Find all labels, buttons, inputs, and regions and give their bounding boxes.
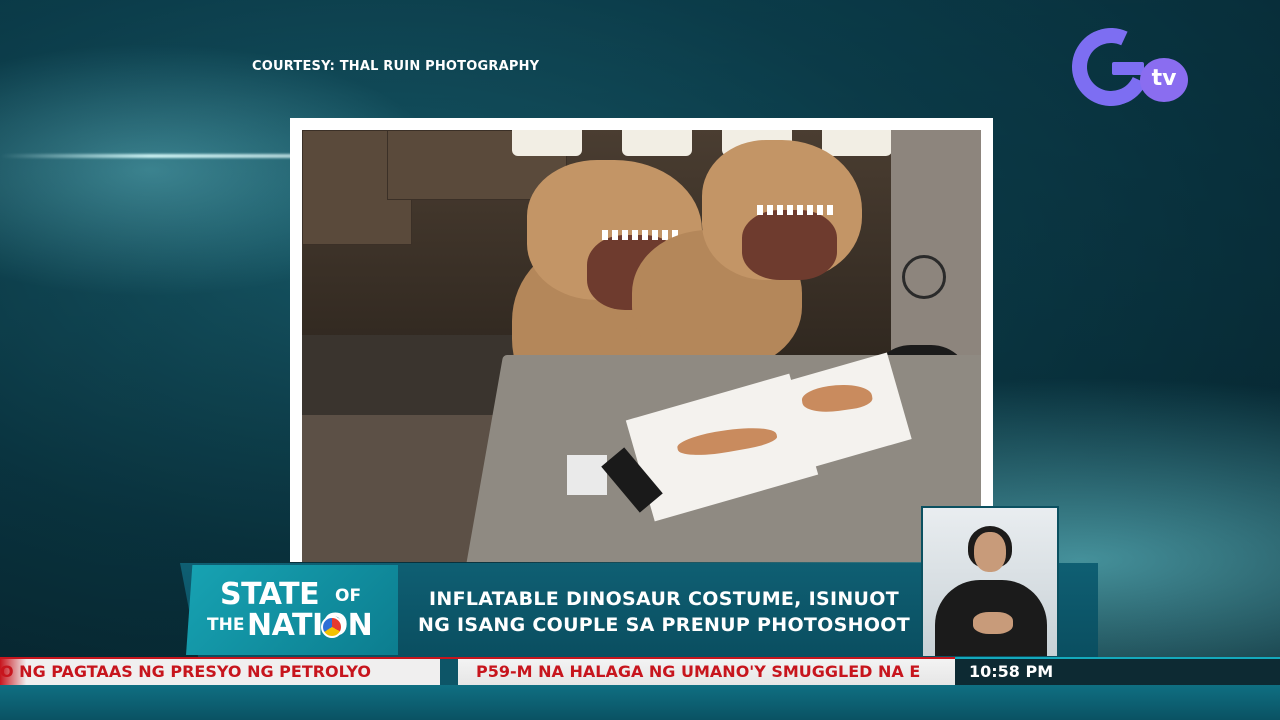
clock-time: 10:58 PM <box>969 662 1054 681</box>
bottom-bar <box>0 685 1280 720</box>
pendant-light <box>622 130 692 156</box>
g-letter-bar <box>1112 62 1144 75</box>
headline: INFLATABLE DINOSAUR COSTUME, ISINUOT NG … <box>398 586 930 638</box>
show-logo-state: STATE <box>220 577 320 612</box>
ticker-item-1: O NG PAGTAAS NG PRESYO NG PETROLYO <box>0 662 371 681</box>
news-photo <box>302 130 981 562</box>
tv-badge: tv <box>1140 58 1188 102</box>
pendant-light <box>822 130 892 156</box>
interpreter-hands <box>973 612 1013 634</box>
show-logo-of: OF <box>335 586 362 606</box>
dinosaur-mouth-right <box>742 210 837 280</box>
clock-box: 10:58 PM <box>955 657 1280 685</box>
interpreter-face <box>974 532 1006 572</box>
gtv-logo: tv <box>1061 17 1192 117</box>
show-emblem-icon <box>321 616 343 638</box>
show-logo-nation: NATION <box>247 608 373 643</box>
ticker-item-2: P59-M NA HALAGA NG UMANO'Y SMUGGLED NA E <box>476 662 921 681</box>
dinosaur-teeth-right <box>757 205 837 215</box>
headline-line-1: INFLATABLE DINOSAUR COSTUME, ISINUOT <box>429 588 899 610</box>
ticker-separator <box>440 659 458 685</box>
show-logo-the: THE <box>207 615 245 635</box>
crayon-box <box>567 455 607 495</box>
headline-line-2: NG ISANG COUPLE SA PRENUP PHOTOSHOOT <box>418 614 910 636</box>
photo-credit: COURTESY: THAL RUIN PHOTOGRAPHY <box>252 59 540 74</box>
pendant-light <box>512 130 582 156</box>
news-photo-frame <box>290 118 993 562</box>
sign-language-interpreter <box>921 506 1059 658</box>
news-ticker: O NG PAGTAAS NG PRESYO NG PETROLYO P59-M… <box>0 657 955 685</box>
electric-fan <box>902 255 946 299</box>
